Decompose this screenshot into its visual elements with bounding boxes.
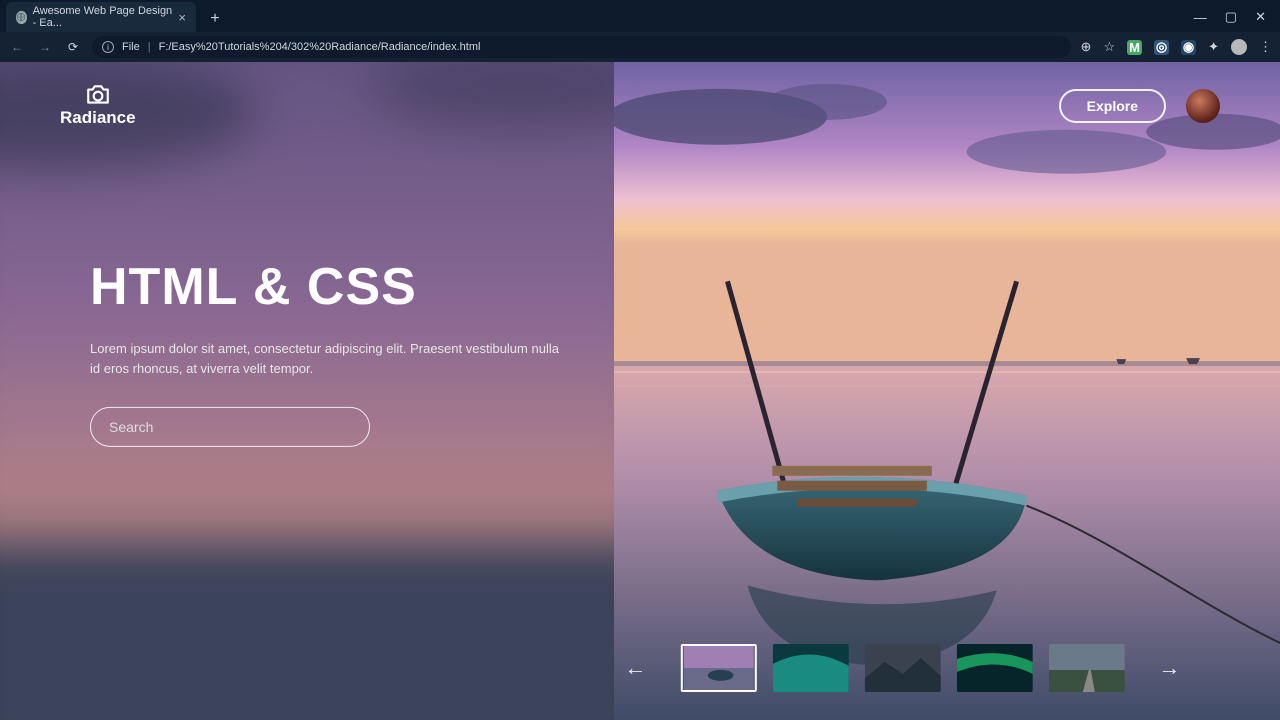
url-scheme: File: [122, 41, 140, 53]
extension-m-icon[interactable]: M: [1127, 40, 1142, 55]
address-bar[interactable]: i File | F:/Easy%20Tutorials%204/302%20R…: [92, 36, 1071, 58]
menu-icon[interactable]: ⋮: [1259, 39, 1272, 55]
prev-arrow-icon[interactable]: ←: [606, 655, 664, 681]
maximize-icon[interactable]: ▢: [1225, 9, 1237, 25]
thumbnail-strip: ← →: [606, 644, 1198, 692]
browser-toolbar: ← → ⟳ i File | F:/Easy%20Tutorials%204/3…: [0, 32, 1280, 62]
user-avatar[interactable]: [1186, 89, 1220, 123]
next-arrow-icon[interactable]: →: [1140, 655, 1198, 681]
hero-title: HTML & CSS: [90, 256, 560, 316]
extension-camera-icon[interactable]: ◉: [1181, 40, 1196, 55]
hero-description: Lorem ipsum dolor sit amet, consectetur …: [90, 338, 560, 378]
globe-icon: [16, 11, 27, 24]
url-text: F:/Easy%20Tutorials%204/302%20Radiance/R…: [159, 41, 481, 53]
explore-button[interactable]: Explore: [1059, 89, 1166, 123]
profile-icon[interactable]: [1231, 39, 1247, 55]
thumbnail-valley-road[interactable]: [1048, 644, 1124, 692]
thumbnail-aurora-teal[interactable]: [772, 644, 848, 692]
zoom-icon[interactable]: ⊕: [1081, 39, 1092, 55]
extension-target-icon[interactable]: ◎: [1154, 40, 1169, 55]
close-window-icon[interactable]: ✕: [1255, 9, 1266, 25]
search-input[interactable]: [109, 419, 351, 435]
minimize-icon[interactable]: —: [1194, 10, 1207, 25]
new-tab-button[interactable]: +: [202, 6, 228, 32]
search-field[interactable]: [90, 407, 370, 447]
reload-icon[interactable]: ⟳: [64, 40, 82, 54]
close-icon[interactable]: ×: [178, 10, 186, 25]
tab-title: Awesome Web Page Design - Ea...: [33, 5, 173, 29]
thumbnail-aurora-green[interactable]: [956, 644, 1032, 692]
thumbnail-boat-sunset[interactable]: [680, 644, 756, 692]
info-icon: i: [102, 41, 114, 53]
extensions-icon[interactable]: ✦: [1208, 39, 1219, 55]
page-viewport: Radiance Explore HTML & CSS Lorem ipsum …: [0, 62, 1280, 720]
browser-tabstrip: Awesome Web Page Design - Ea... × + — ▢ …: [0, 0, 1280, 32]
browser-tab-active[interactable]: Awesome Web Page Design - Ea... ×: [6, 2, 196, 32]
forward-icon[interactable]: →: [36, 40, 54, 54]
camera-icon: [85, 84, 111, 106]
back-icon[interactable]: ←: [8, 40, 26, 54]
star-icon[interactable]: ☆: [1103, 39, 1115, 55]
brand-name: Radiance: [60, 108, 136, 128]
brand-logo[interactable]: Radiance: [60, 84, 136, 128]
thumbnail-mountain-dusk[interactable]: [864, 644, 940, 692]
